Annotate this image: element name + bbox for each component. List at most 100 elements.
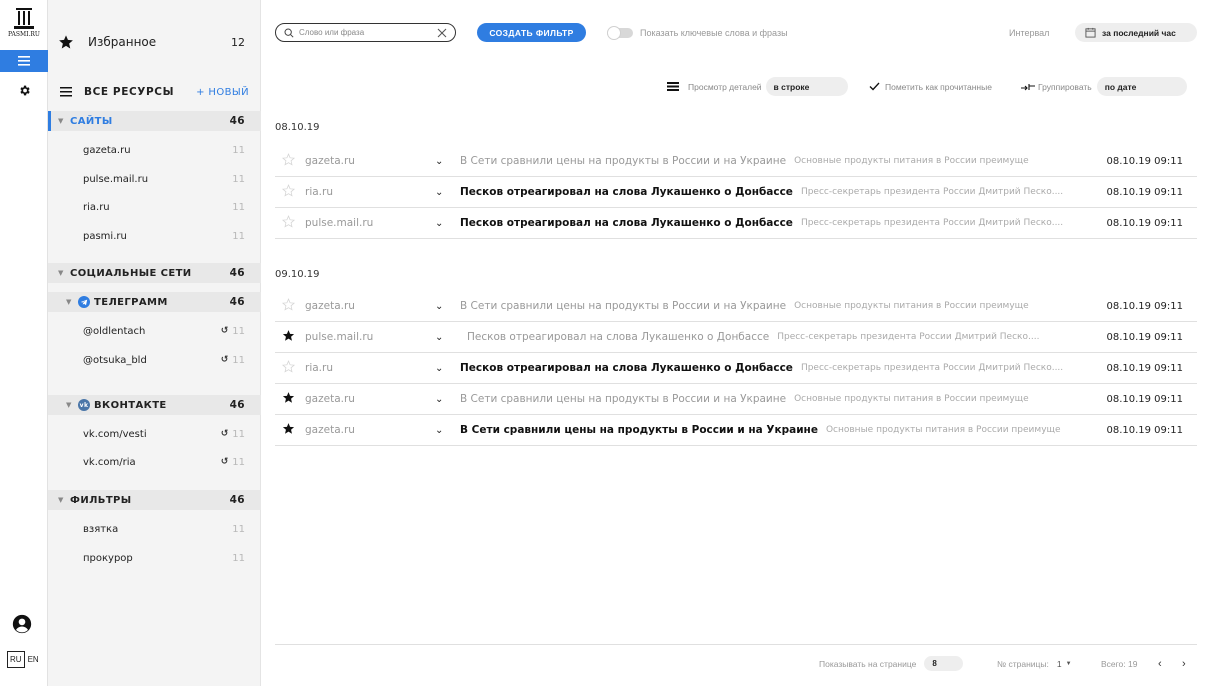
news-title: Песков отреагировал на слова Лукашенко о…: [460, 362, 793, 374]
clear-icon[interactable]: [437, 28, 447, 38]
item-label: gazeta.ru: [83, 144, 131, 156]
app-logo[interactable]: PASMI.RU: [6, 8, 42, 42]
logo-building-icon: [14, 8, 34, 29]
profile-button[interactable]: [12, 614, 34, 636]
view-details-select[interactable]: в строке: [765, 77, 848, 96]
news-row[interactable]: ria.ru ⌄ Песков отреагировал на слова Лу…: [275, 353, 1197, 384]
sidebar-item-vk-vesti[interactable]: vk.com/vesti ↺ 11: [48, 424, 261, 444]
caret-down-icon: ▼: [58, 496, 64, 504]
item-count: 11: [232, 230, 245, 242]
chevron-down-icon[interactable]: ⌄: [435, 394, 460, 405]
mark-read-button[interactable]: Пометить как прочитанные: [869, 77, 992, 96]
chevron-down-icon[interactable]: ⌄: [435, 425, 460, 436]
group-by-select[interactable]: по дате: [1096, 77, 1187, 96]
news-row[interactable]: gazeta.ru ⌄ В Сети сравнили цены на прод…: [275, 384, 1197, 415]
group-count: 46: [229, 296, 245, 308]
sidebar-item-ria[interactable]: ria.ru 11: [48, 197, 261, 217]
user-circle-icon: [12, 614, 32, 634]
news-snippet: Основные продукты питания в России преим…: [825, 425, 1061, 435]
group-count: 46: [229, 115, 245, 127]
language-switcher: RU EN: [7, 651, 39, 668]
settings-button[interactable]: [0, 80, 48, 100]
left-rail: PASMI.RU RU EN: [0, 0, 48, 686]
menu-button[interactable]: [0, 50, 48, 72]
news-title: В Сети сравнили цены на продукты в Росси…: [460, 155, 787, 167]
date-header: 08.10.19: [275, 122, 320, 133]
group-telegram[interactable]: ▼ ТЕЛЕГРАММ 46: [48, 292, 261, 312]
gear-icon: [19, 85, 30, 95]
interval-select[interactable]: за последний час: [1075, 23, 1197, 42]
group-label: ТЕЛЕГРАММ: [94, 296, 168, 308]
chevron-down-icon[interactable]: ⌄: [435, 332, 460, 343]
search-input[interactable]: [299, 28, 437, 37]
sidebar-item-oldlentach[interactable]: @oldlentach ↺ 11: [48, 321, 261, 341]
lang-ru[interactable]: RU: [7, 651, 25, 668]
news-row[interactable]: gazeta.ru ⌄ В Сети сравнили цены на прод…: [275, 415, 1197, 446]
news-datetime: 08.10.19 09:11: [1106, 362, 1183, 374]
favorites-label: Избранное: [88, 35, 157, 49]
star-outline-icon[interactable]: [275, 153, 305, 169]
caret-down-icon[interactable]: ▼: [1066, 661, 1072, 667]
star-outline-icon[interactable]: [275, 360, 305, 376]
create-filter-button[interactable]: СОЗДАТЬ ФИЛЬТР: [477, 23, 586, 42]
new-resource-button[interactable]: + НОВЫЙ: [196, 87, 249, 98]
chevron-down-icon[interactable]: ⌄: [435, 301, 460, 312]
news-title: В Сети сравнили цены на продукты в Росси…: [460, 424, 818, 436]
news-row[interactable]: ria.ru ⌄ Песков отреагировал на слова Лу…: [275, 177, 1197, 208]
page-number-label: № страницы:: [997, 658, 1049, 669]
news-snippet: Пресс-секретарь президента России Дмитри…: [777, 332, 1040, 342]
search-icon: [284, 28, 294, 38]
item-label: pulse.mail.ru: [83, 173, 149, 185]
item-count: 11: [232, 523, 245, 535]
news-row[interactable]: pulse.mail.ru ⌄ Песков отреагировал на с…: [275, 322, 1197, 353]
news-snippet: Пресс-секретарь президента России Дмитри…: [800, 363, 1064, 373]
page-number-select[interactable]: 1: [1057, 659, 1062, 669]
chevron-down-icon[interactable]: ⌄: [435, 218, 460, 229]
item-count: 11: [232, 552, 245, 564]
item-label: vk.com/ria: [83, 456, 136, 468]
news-row[interactable]: gazeta.ru ⌄ В Сети сравнили цены на прод…: [275, 291, 1197, 322]
item-label: @oldlentach: [83, 325, 146, 337]
chevron-down-icon[interactable]: ⌄: [435, 156, 460, 167]
news-source: gazeta.ru: [305, 300, 355, 312]
news-title: Песков отреагировал на слова Лукашенко о…: [460, 186, 793, 198]
group-filters[interactable]: ▼ ФИЛЬТРЫ 46: [48, 490, 261, 510]
group-count: 46: [229, 399, 245, 411]
star-outline-icon[interactable]: [275, 215, 305, 231]
chevron-down-icon[interactable]: ⌄: [435, 187, 460, 198]
next-page-button[interactable]: ›: [1182, 656, 1186, 671]
star-filled-icon[interactable]: [275, 329, 305, 345]
prev-page-button[interactable]: ‹: [1158, 656, 1162, 671]
news-title: В Сети сравнили цены на продукты в Росси…: [460, 393, 787, 405]
sidebar: Избранное 12 ВСЕ РЕСУРСЫ + НОВЫЙ ▼ САЙТЫ…: [48, 0, 261, 686]
sidebar-item-filter-vzyatka[interactable]: взятка 11: [48, 519, 261, 539]
keywords-toggle[interactable]: [607, 26, 633, 40]
sidebar-item-filter-prokuror[interactable]: прокурор 11: [48, 548, 261, 568]
group-sites[interactable]: ▼ САЙТЫ 46: [48, 111, 261, 131]
star-outline-icon[interactable]: [275, 298, 305, 314]
group-label: Группировать: [1038, 81, 1092, 92]
hamburger-icon: [18, 56, 30, 66]
group-label: САЙТЫ: [70, 115, 113, 127]
lang-en[interactable]: EN: [28, 655, 39, 664]
sidebar-item-pulse[interactable]: pulse.mail.ru 11: [48, 169, 261, 189]
sidebar-item-otsuka[interactable]: @otsuka_bld ↺ 11: [48, 350, 261, 370]
star-outline-icon[interactable]: [275, 184, 305, 200]
chevron-down-icon[interactable]: ⌄: [435, 363, 460, 374]
news-snippet: Основные продукты питания в России преим…: [794, 301, 1029, 311]
news-row[interactable]: pulse.mail.ru ⌄ Песков отреагировал на с…: [275, 208, 1197, 239]
favorites-item[interactable]: Избранное 12: [48, 28, 261, 56]
sidebar-item-gazeta[interactable]: gazeta.ru 11: [48, 140, 261, 160]
sync-icon: ↺: [220, 355, 229, 365]
group-count: 46: [229, 267, 245, 279]
item-label: ria.ru: [83, 201, 110, 213]
news-row[interactable]: gazeta.ru ⌄ В Сети сравнили цены на прод…: [275, 146, 1197, 177]
item-label: взятка: [83, 523, 119, 535]
group-vk[interactable]: ▼ vk ВКОНТАКТЕ 46: [48, 395, 261, 415]
per-page-select[interactable]: 8: [924, 656, 964, 671]
group-social[interactable]: ▼ СОЦИАЛЬНЫЕ СЕТИ 46: [48, 263, 261, 283]
sidebar-item-vk-ria[interactable]: vk.com/ria ↺ 11: [48, 452, 261, 472]
star-filled-icon[interactable]: [275, 422, 305, 438]
star-filled-icon[interactable]: [275, 391, 305, 407]
sidebar-item-pasmi[interactable]: pasmi.ru 11: [48, 226, 261, 246]
